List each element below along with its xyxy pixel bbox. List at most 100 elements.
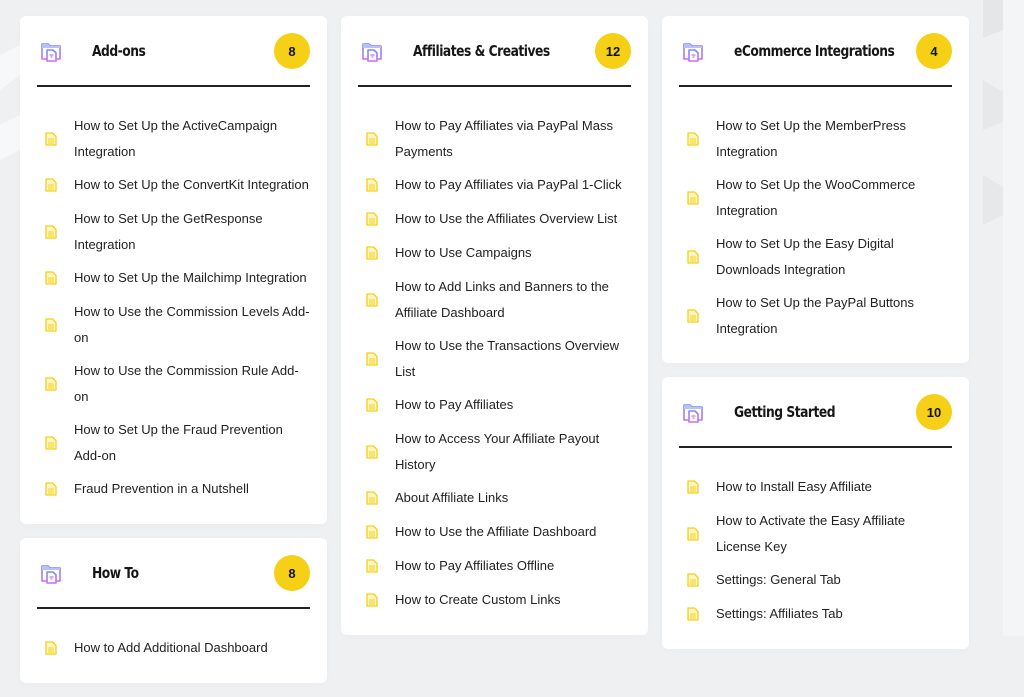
article-link[interactable]: How to Install Easy Affiliate bbox=[716, 474, 872, 500]
article-item[interactable]: How to Activate the Easy Affiliate Licen… bbox=[679, 504, 952, 563]
article-link[interactable]: How to Set Up the Mailchimp Integration bbox=[74, 265, 307, 291]
document-icon bbox=[687, 607, 699, 621]
article-link[interactable]: How to Set Up the WooCommerce Integratio… bbox=[716, 172, 952, 223]
column-3: eCommerce Integrations 4 How to Set Up t… bbox=[662, 16, 969, 663]
document-icon bbox=[366, 559, 378, 573]
article-item[interactable]: How to Use the Commission Rule Add-on bbox=[37, 354, 310, 413]
article-link[interactable]: How to Set Up the ActiveCampaign Integra… bbox=[74, 113, 310, 164]
article-link[interactable]: Fraud Prevention in a Nutshell bbox=[74, 476, 249, 502]
category-card-getting-started: Getting Started 10 How to Install Easy A… bbox=[662, 377, 969, 649]
article-item[interactable]: How to Create Custom Links bbox=[358, 583, 631, 617]
document-icon bbox=[366, 351, 378, 366]
document-icon bbox=[687, 190, 699, 205]
category-title[interactable]: How To bbox=[92, 564, 139, 582]
article-link[interactable]: How to Set Up the Easy Digital Downloads… bbox=[716, 231, 952, 282]
category-header: Add-ons 8 bbox=[37, 16, 310, 87]
article-item[interactable]: How to Use the Affiliate Dashboard bbox=[358, 515, 631, 549]
article-item[interactable]: Settings: Affiliates Tab bbox=[679, 597, 952, 631]
article-item[interactable]: Settings: General Tab bbox=[679, 563, 952, 597]
category-header: eCommerce Integrations 4 bbox=[679, 16, 952, 87]
article-link[interactable]: How to Set Up the GetResponse Integratio… bbox=[74, 206, 310, 257]
document-icon bbox=[45, 641, 57, 655]
document-icon bbox=[366, 491, 378, 505]
article-link[interactable]: How to Use the Affiliates Overview List bbox=[395, 206, 617, 232]
category-card-ecommerce-integrations: eCommerce Integrations 4 How to Set Up t… bbox=[662, 16, 969, 363]
article-item[interactable]: How to Set Up the Mailchimp Integration bbox=[37, 261, 310, 295]
document-icon bbox=[687, 249, 699, 264]
article-item[interactable]: How to Set Up the WooCommerce Integratio… bbox=[679, 168, 952, 227]
article-item[interactable]: How to Pay Affiliates via PayPal 1-Click bbox=[358, 168, 631, 202]
article-count-badge: 8 bbox=[274, 33, 310, 69]
article-link[interactable]: How to Pay Affiliates bbox=[395, 392, 513, 418]
article-link[interactable]: How to Add Additional Dashboard bbox=[74, 635, 268, 661]
article-link[interactable]: How to Use the Affiliate Dashboard bbox=[395, 519, 596, 545]
article-link[interactable]: How to Create Custom Links bbox=[395, 587, 560, 613]
article-item[interactable]: How to Use Campaigns bbox=[358, 236, 631, 270]
document-icon bbox=[366, 292, 378, 307]
article-count-badge: 8 bbox=[274, 555, 310, 591]
article-count-badge: 10 bbox=[916, 394, 952, 430]
category-header: How To 8 bbox=[37, 538, 310, 609]
article-link[interactable]: How to Activate the Easy Affiliate Licen… bbox=[716, 508, 952, 559]
article-item[interactable]: How to Set Up the PayPal Buttons Integra… bbox=[679, 286, 952, 345]
article-item[interactable]: How to Set Up the ConvertKit Integration bbox=[37, 168, 310, 202]
article-item[interactable]: How to Add Links and Banners to the Affi… bbox=[358, 270, 631, 329]
category-card-add-ons: Add-ons 8 How to Set Up the ActiveCampai… bbox=[20, 16, 327, 524]
document-icon bbox=[366, 131, 378, 146]
article-link[interactable]: How to Use the Commission Levels Add-on bbox=[74, 299, 310, 350]
article-item[interactable]: How to Set Up the ActiveCampaign Integra… bbox=[37, 109, 310, 168]
article-item[interactable]: How to Set Up the Easy Digital Downloads… bbox=[679, 227, 952, 286]
document-icon bbox=[366, 444, 378, 459]
document-icon bbox=[366, 178, 378, 192]
article-item[interactable]: How to Install Easy Affiliate bbox=[679, 470, 952, 504]
article-link[interactable]: How to Use Campaigns bbox=[395, 240, 532, 266]
article-item[interactable]: How to Set Up the GetResponse Integratio… bbox=[37, 202, 310, 261]
article-link[interactable]: Settings: Affiliates Tab bbox=[716, 601, 843, 627]
article-item[interactable]: How to Access Your Affiliate Payout Hist… bbox=[358, 422, 631, 481]
category-title[interactable]: Add-ons bbox=[92, 42, 146, 60]
article-link[interactable]: How to Pay Affiliates via PayPal 1-Click bbox=[395, 172, 622, 198]
article-link[interactable]: How to Set Up the PayPal Buttons Integra… bbox=[716, 290, 952, 341]
article-item[interactable]: About Affiliate Links bbox=[358, 481, 631, 515]
document-icon bbox=[45, 178, 57, 192]
folder-document-icon bbox=[40, 40, 62, 62]
article-item[interactable]: How to Set Up the MemberPress Integratio… bbox=[679, 109, 952, 168]
document-icon bbox=[687, 308, 699, 323]
article-item[interactable]: How to Use the Commission Levels Add-on bbox=[37, 295, 310, 354]
category-title[interactable]: Getting Started bbox=[734, 403, 836, 421]
article-link[interactable]: How to Access Your Affiliate Payout Hist… bbox=[395, 426, 631, 477]
article-item[interactable]: How to Set Up the Fraud Prevention Add-o… bbox=[37, 413, 310, 472]
article-link[interactable]: How to Pay Affiliates Offline bbox=[395, 553, 554, 579]
article-item[interactable]: How to Pay Affiliates via PayPal Mass Pa… bbox=[358, 109, 631, 168]
document-icon bbox=[366, 525, 378, 539]
article-link[interactable]: How to Set Up the Fraud Prevention Add-o… bbox=[74, 417, 310, 468]
article-link[interactable]: How to Pay Affiliates via PayPal Mass Pa… bbox=[395, 113, 631, 164]
document-icon bbox=[366, 246, 378, 260]
document-icon bbox=[366, 212, 378, 226]
document-icon bbox=[687, 526, 699, 541]
article-item[interactable]: How to Pay Affiliates bbox=[358, 388, 631, 422]
article-link[interactable]: How to Add Links and Banners to the Affi… bbox=[395, 274, 631, 325]
document-icon bbox=[45, 131, 57, 146]
category-title[interactable]: Affiliates & Creatives bbox=[413, 42, 550, 60]
article-list: How to Add Additional Dashboard bbox=[37, 631, 310, 665]
article-list: How to Set Up the MemberPress Integratio… bbox=[679, 109, 952, 345]
document-icon bbox=[366, 398, 378, 412]
article-link[interactable]: How to Set Up the ConvertKit Integration bbox=[74, 172, 309, 198]
article-link[interactable]: How to Set Up the MemberPress Integratio… bbox=[716, 113, 952, 164]
article-item[interactable]: How to Pay Affiliates Offline bbox=[358, 549, 631, 583]
article-link[interactable]: How to Use the Transactions Overview Lis… bbox=[395, 333, 631, 384]
article-item[interactable]: How to Use the Affiliates Overview List bbox=[358, 202, 631, 236]
document-icon bbox=[687, 480, 699, 494]
category-title[interactable]: eCommerce Integrations bbox=[734, 42, 895, 60]
article-link[interactable]: Settings: General Tab bbox=[716, 567, 841, 593]
document-icon bbox=[45, 224, 57, 239]
document-icon bbox=[45, 271, 57, 285]
column-1: Add-ons 8 How to Set Up the ActiveCampai… bbox=[20, 16, 327, 697]
article-link[interactable]: How to Use the Commission Rule Add-on bbox=[74, 358, 310, 409]
article-item[interactable]: How to Add Additional Dashboard bbox=[37, 631, 310, 665]
folder-document-icon bbox=[40, 562, 62, 584]
article-link[interactable]: About Affiliate Links bbox=[395, 485, 508, 511]
article-item[interactable]: Fraud Prevention in a Nutshell bbox=[37, 472, 310, 506]
article-item[interactable]: How to Use the Transactions Overview Lis… bbox=[358, 329, 631, 388]
